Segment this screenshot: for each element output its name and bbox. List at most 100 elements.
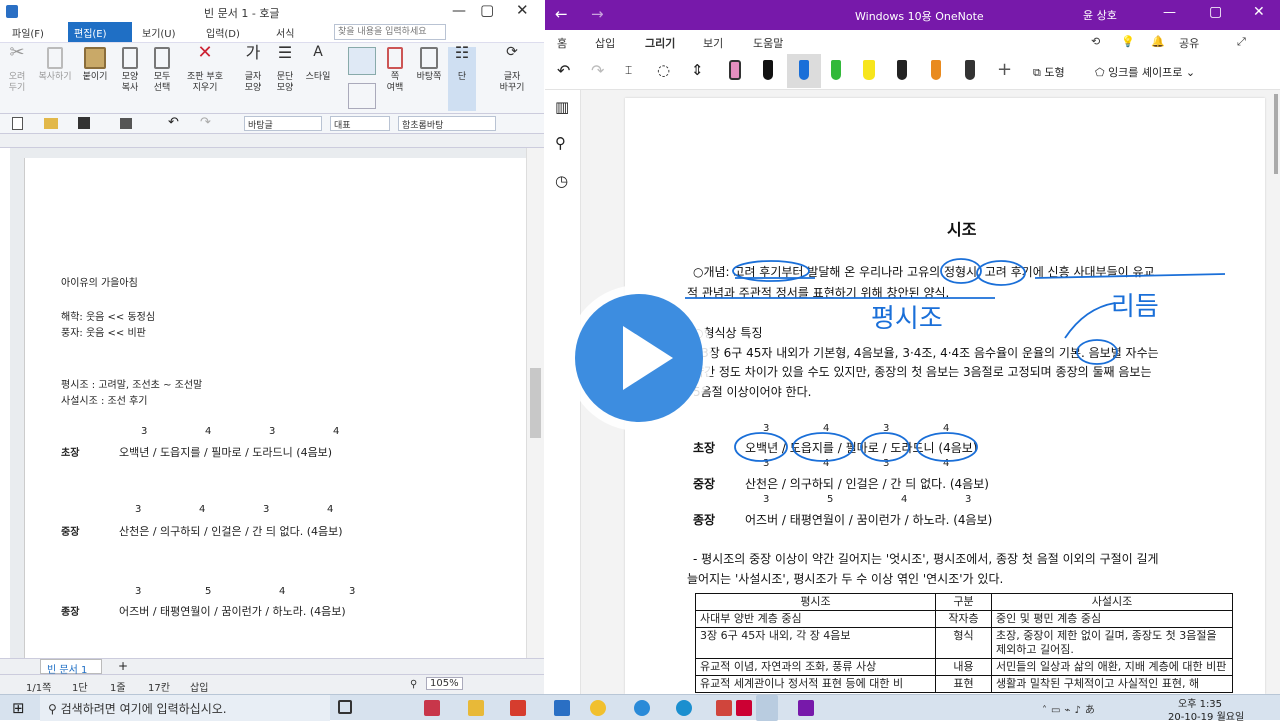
master-page-button[interactable]: 바탕쪽 (412, 47, 446, 83)
onenote-title-bar: ← → Windows 10용 OneNote 윤 상호 — ▢ ✕ (545, 0, 1280, 30)
tab-view[interactable]: 보기 (703, 35, 723, 51)
start-button[interactable]: ⊞ (12, 699, 25, 717)
pen-black-icon[interactable] (763, 60, 773, 80)
highlighter-yellow-icon[interactable] (863, 60, 875, 80)
page-layout-icon[interactable] (348, 47, 376, 75)
char-shape-button[interactable]: 가 글자 모양 (238, 45, 268, 94)
format-copy-button[interactable]: 모양 복사 (116, 47, 144, 94)
app-icon-store[interactable] (716, 700, 732, 716)
task-view-icon[interactable] (338, 700, 352, 714)
format-copy-label: 모양 복사 (121, 72, 139, 93)
video-play-button[interactable] (566, 285, 712, 431)
clear-format-button[interactable]: ✕ 조판 부호 지우기 (180, 44, 230, 94)
undo-icon[interactable]: ↶ (557, 61, 570, 80)
notebooks-icon[interactable]: ▥ (555, 98, 569, 116)
minimize-button[interactable]: — (1163, 5, 1176, 20)
horizontal-ruler[interactable] (0, 134, 544, 148)
pen-galaxy-icon[interactable] (897, 60, 907, 80)
recent-icon[interactable]: ◷ (555, 172, 568, 190)
taskbar-search[interactable]: ⚲ 검색하려면 여기에 입력하십시오. (40, 695, 330, 721)
tab-help[interactable]: 도움말 (753, 35, 783, 51)
maximize-button[interactable]: ▢ (1209, 4, 1222, 20)
forward-arrow-icon[interactable]: → (591, 5, 604, 23)
doc-line-4: 평시조 : 고려말, 조선초 ~ 조선말 (61, 380, 203, 391)
style-button[interactable]: A 스타일 (302, 45, 334, 83)
hangul-search-input[interactable] (334, 24, 446, 40)
file-explorer-icon[interactable] (468, 700, 484, 716)
hangul-taskbar-icon[interactable] (756, 695, 778, 721)
bell-icon[interactable]: 🔔 (1151, 35, 1165, 48)
menu-format[interactable]: 서식 (276, 25, 294, 40)
replace-button[interactable]: ⟳ 글자 바꾸기 (494, 45, 530, 94)
clock-date[interactable]: 20-10-19 월요일 (1168, 708, 1244, 723)
open-folder-icon[interactable] (44, 118, 58, 129)
canvas-scrollbar[interactable] (1274, 94, 1278, 174)
lightbulb-icon[interactable]: 💡 (1121, 35, 1135, 48)
eraser-icon[interactable] (729, 60, 741, 80)
minimize-button[interactable]: — (452, 3, 466, 19)
app-icon-red-2[interactable] (510, 700, 526, 716)
back-arrow-icon[interactable]: ← (555, 5, 568, 23)
tab-insert[interactable]: 삽입 (595, 35, 615, 51)
page-layout-icon-2[interactable] (348, 83, 376, 109)
style-combo[interactable]: 바탕글 (244, 116, 322, 131)
expand-icon[interactable]: ⤢ (1237, 35, 1246, 49)
ie-icon[interactable] (634, 700, 650, 716)
insert-space-icon[interactable]: ⇕ (691, 61, 704, 79)
user-name[interactable]: 윤 상호 (1083, 7, 1117, 23)
font-combo[interactable]: 함초롬바탕 (398, 116, 496, 131)
menu-insert[interactable]: 입력(D) (206, 25, 240, 40)
document-tab[interactable]: 빈 문서 1 (40, 659, 102, 676)
restore-button[interactable]: ▢ (480, 1, 494, 19)
app-icon-blue[interactable] (554, 700, 570, 716)
table-row: 3장 6구 45자 내외, 각 장 4음보 형식 초장, 중장이 제한 없이 길… (695, 627, 1233, 659)
tab-home[interactable]: 홈 (557, 35, 567, 51)
close-button[interactable]: ✕ (1253, 4, 1265, 20)
scroll-thumb[interactable] (530, 368, 541, 438)
paste-button[interactable]: 붙이기 (80, 47, 110, 83)
page-margin-button[interactable]: 쪽 여백 (380, 47, 410, 94)
shapes-button[interactable]: ⧉ 도형 (1033, 64, 1065, 80)
pen-orange-icon[interactable] (931, 60, 941, 80)
redo-icon[interactable]: ↷ (200, 115, 211, 130)
select-all-button[interactable]: 모두 선택 (148, 47, 176, 94)
chrome-icon[interactable] (590, 700, 606, 716)
lasso-select-icon[interactable]: ◌ (657, 61, 670, 79)
pen-dark-icon[interactable] (965, 60, 975, 80)
app-icon-media[interactable] (736, 700, 752, 716)
copy-button[interactable]: 복사하기 (34, 47, 76, 83)
tray-icons[interactable]: ˄▭⌁♪あ (1042, 701, 1099, 716)
menu-view[interactable]: 보기(U) (142, 25, 176, 40)
menu-edit[interactable]: 편집(E) (68, 22, 132, 42)
redo-icon[interactable]: ↷ (591, 61, 604, 80)
magnifier-icon[interactable]: ⚲ (410, 679, 417, 690)
save-icon[interactable] (78, 117, 90, 129)
edge-icon[interactable] (676, 700, 692, 716)
pen-blue-icon[interactable] (787, 54, 821, 88)
vertical-scrollbar[interactable] (526, 148, 544, 658)
zoom-combo[interactable]: 105% (426, 677, 463, 690)
sync-icon[interactable]: ⟲ (1091, 35, 1100, 48)
menu-file[interactable]: 파일(F) (12, 25, 44, 40)
document-page[interactable]: 아이유의 가을아침 해학: 웃음 << 동정심 풍자: 웃음 << 비판 평시조… (24, 158, 526, 658)
tab-draw[interactable]: 그리기 (645, 35, 676, 56)
undo-icon[interactable]: ↶ (168, 115, 179, 130)
ink-to-shape-button[interactable]: ⬠ 잉크를 셰이프로 ⌄ (1095, 64, 1195, 80)
cut-button[interactable]: ✂ 오려 두기 (4, 44, 30, 94)
para-shape-button[interactable]: ☰ 문단 모양 (270, 45, 300, 94)
print-icon[interactable] (120, 118, 132, 129)
search-icon[interactable]: ⚲ (555, 134, 566, 152)
close-button[interactable]: ✕ (516, 1, 529, 19)
onenote-taskbar-icon[interactable] (798, 700, 814, 716)
columns-button[interactable]: ☷ 단 (448, 45, 476, 111)
type-select-icon[interactable]: ⌶ (625, 63, 632, 78)
pen-green-icon[interactable] (831, 60, 841, 80)
new-doc-icon[interactable] (12, 117, 23, 130)
document-area: 아이유의 가을아침 해학: 웃음 << 동정심 풍자: 웃음 << 비판 평시조… (10, 148, 526, 658)
add-pen-icon[interactable]: + (997, 59, 1012, 80)
language-combo[interactable]: 대표 (330, 116, 390, 131)
app-icon-red[interactable] (424, 700, 440, 716)
verse-head: 종장 (61, 607, 80, 618)
share-button[interactable]: 공유 (1179, 35, 1199, 51)
add-tab-button[interactable]: + (118, 659, 128, 673)
